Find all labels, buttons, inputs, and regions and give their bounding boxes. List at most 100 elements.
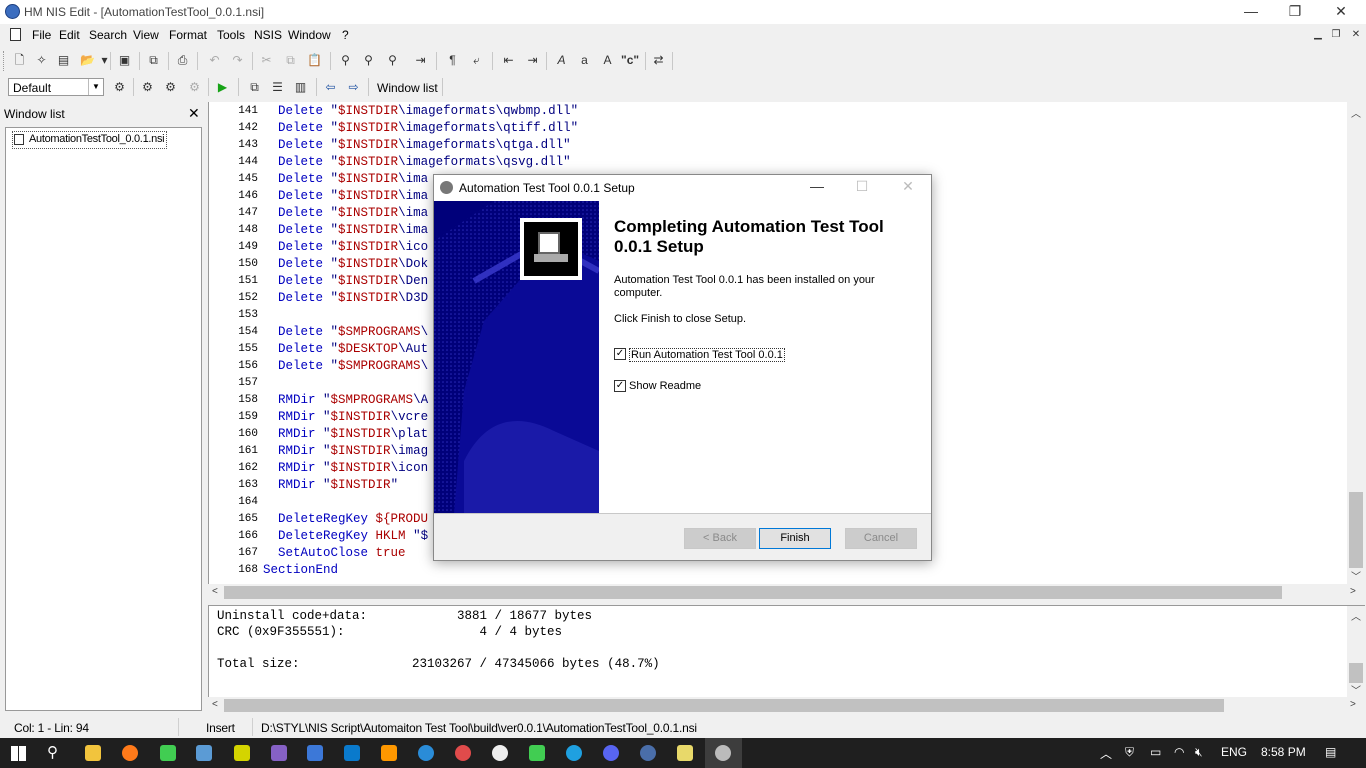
notifications-icon[interactable]: ▤ <box>1325 745 1336 759</box>
volume-muted-icon[interactable]: 🔇︎ <box>1195 745 1203 760</box>
editor-horizontal-scrollbar[interactable]: < > <box>208 584 1365 601</box>
scroll-right-icon[interactable]: > <box>1350 699 1356 710</box>
app-icon[interactable] <box>492 745 508 761</box>
vscode-icon[interactable] <box>344 745 360 761</box>
minimize-button[interactable]: — <box>1228 0 1274 24</box>
qt-icon[interactable] <box>529 745 545 761</box>
chevron-up-icon[interactable]: ︿ <box>1100 745 1112 762</box>
scroll-thumb[interactable] <box>1349 663 1363 683</box>
window-list-item[interactable]: AutomationTestTool_0.0.1.nsi <box>12 131 168 149</box>
app-icon[interactable] <box>455 745 471 761</box>
start-icon[interactable] <box>11 746 26 761</box>
cut-icon[interactable]: ✂ <box>258 52 275 69</box>
run-checkbox-label[interactable]: Run Automation Test Tool 0.0.1 <box>629 348 785 362</box>
output-panel[interactable]: Uninstall code+data: 3881 / 18677 bytes … <box>208 605 1365 697</box>
save-icon[interactable]: ▣ <box>116 52 133 69</box>
menu-edit[interactable]: Edit <box>59 28 80 42</box>
toggle-case-icon[interactable]: A <box>599 52 616 69</box>
search-icon[interactable]: ⚲ <box>47 743 63 761</box>
menu-view[interactable]: View <box>133 28 159 42</box>
find-next-icon[interactable]: ⚲ <box>360 52 377 69</box>
dialog-minimize-button[interactable]: — <box>794 178 840 194</box>
sublime-icon[interactable] <box>381 745 397 761</box>
wrap-icon[interactable]: ⤶ <box>468 52 485 69</box>
output-vertical-scrollbar[interactable]: ︿ ﹀ <box>1347 606 1365 698</box>
wizard-icon[interactable]: ✧ <box>33 52 50 69</box>
notepad-icon[interactable] <box>677 745 693 761</box>
cancel-button[interactable]: Cancel <box>845 528 917 549</box>
scroll-thumb[interactable] <box>224 586 1282 599</box>
indent-icon[interactable]: ⇤ <box>500 52 517 69</box>
template-icon[interactable]: ▤ <box>55 52 72 69</box>
replace-icon[interactable]: ⚲ <box>384 52 401 69</box>
language-indicator[interactable]: ENG <box>1221 745 1247 759</box>
scroll-thumb[interactable] <box>1349 492 1363 568</box>
stop-icon[interactable]: ⚙ <box>186 79 203 96</box>
lowercase-icon[interactable]: a <box>576 52 593 69</box>
editor-vertical-scrollbar[interactable]: ︿ ﹀ <box>1347 102 1365 584</box>
quote-icon[interactable]: "c" <box>621 52 639 69</box>
paste-icon[interactable]: 📋 <box>306 52 323 69</box>
app-icon[interactable] <box>196 745 212 761</box>
restore-button[interactable]: ❐ <box>1272 0 1318 24</box>
menu-search[interactable]: Search <box>89 28 127 42</box>
profile-select[interactable]: Default ▼ <box>8 78 104 96</box>
file-explorer-icon[interactable] <box>85 745 101 761</box>
undo-icon[interactable]: ↶ <box>206 52 223 69</box>
scroll-left-icon[interactable]: < <box>212 699 218 710</box>
scroll-up-icon[interactable]: ︿ <box>1351 105 1361 120</box>
menu-help[interactable]: ? <box>342 28 349 42</box>
convert-icon[interactable]: ⇄ <box>650 52 667 69</box>
new-file-icon[interactable]: 🗋 <box>11 52 28 69</box>
scroll-down-icon[interactable]: ﹀ <box>1351 568 1361 583</box>
tile-horizontal-icon[interactable]: ☰ <box>269 79 286 96</box>
scroll-up-icon[interactable]: ︿ <box>1351 608 1361 623</box>
scroll-left-icon[interactable]: < <box>212 586 218 597</box>
output-horizontal-scrollbar[interactable]: < > <box>208 697 1365 714</box>
mdi-minimize-icon[interactable]: ▁ <box>1310 29 1326 41</box>
mdi-restore-icon[interactable]: ❐ <box>1328 29 1344 41</box>
print-icon[interactable]: ⎙ <box>174 52 191 69</box>
next-window-icon[interactable]: ⇨ <box>345 79 362 96</box>
app-icon[interactable] <box>160 745 176 761</box>
finish-button[interactable]: Finish <box>759 528 831 549</box>
wifi-icon[interactable]: ◠ <box>1174 745 1184 759</box>
app-icon[interactable] <box>418 745 434 761</box>
scroll-down-icon[interactable]: ﹀ <box>1351 682 1361 697</box>
run-icon[interactable]: ▶ <box>214 79 231 96</box>
visual-studio-icon[interactable] <box>271 745 287 761</box>
battery-icon[interactable]: ▭ <box>1150 745 1161 759</box>
discord-icon[interactable] <box>603 745 619 761</box>
open-folder-icon[interactable]: 📂 <box>79 52 96 69</box>
settings-icon[interactable]: ⚙ <box>111 79 128 96</box>
app-icon[interactable] <box>307 745 323 761</box>
uppercase-icon[interactable]: A <box>553 52 570 69</box>
mdi-close-icon[interactable]: ✕ <box>1348 29 1364 41</box>
scroll-right-icon[interactable]: > <box>1350 586 1356 597</box>
clock[interactable]: 8:58 PM <box>1261 745 1306 759</box>
window-list-button[interactable]: Window list <box>377 81 438 95</box>
run-checkbox[interactable]: ✓ <box>614 348 626 360</box>
active-task[interactable] <box>705 738 742 768</box>
redo-icon[interactable]: ↷ <box>229 52 246 69</box>
app-icon[interactable] <box>234 745 250 761</box>
back-button[interactable]: < Back <box>684 528 756 549</box>
save-all-icon[interactable]: ⧉ <box>145 52 162 69</box>
scroll-thumb[interactable] <box>224 699 1224 712</box>
menu-window[interactable]: Window <box>288 28 331 42</box>
previous-window-icon[interactable]: ⇦ <box>322 79 339 96</box>
compile-run-icon[interactable]: ⚙ <box>162 79 179 96</box>
cascade-icon[interactable]: ⧉ <box>246 79 263 96</box>
tile-vertical-icon[interactable]: ▥ <box>292 79 309 96</box>
menu-tools[interactable]: Tools <box>217 28 245 42</box>
paragraph-icon[interactable]: ¶ <box>444 52 461 69</box>
outdent-icon[interactable]: ⇥ <box>524 52 541 69</box>
menu-nsis[interactable]: NSIS <box>254 28 282 42</box>
readme-checkbox[interactable]: ✓ <box>614 380 626 392</box>
menu-format[interactable]: Format <box>169 28 207 42</box>
find-icon[interactable]: ⚲ <box>337 52 354 69</box>
app-icon[interactable] <box>640 745 656 761</box>
edge-icon[interactable] <box>566 745 582 761</box>
readme-checkbox-label[interactable]: Show Readme <box>629 380 701 392</box>
window-list-close-icon[interactable]: ✕ <box>188 105 200 122</box>
